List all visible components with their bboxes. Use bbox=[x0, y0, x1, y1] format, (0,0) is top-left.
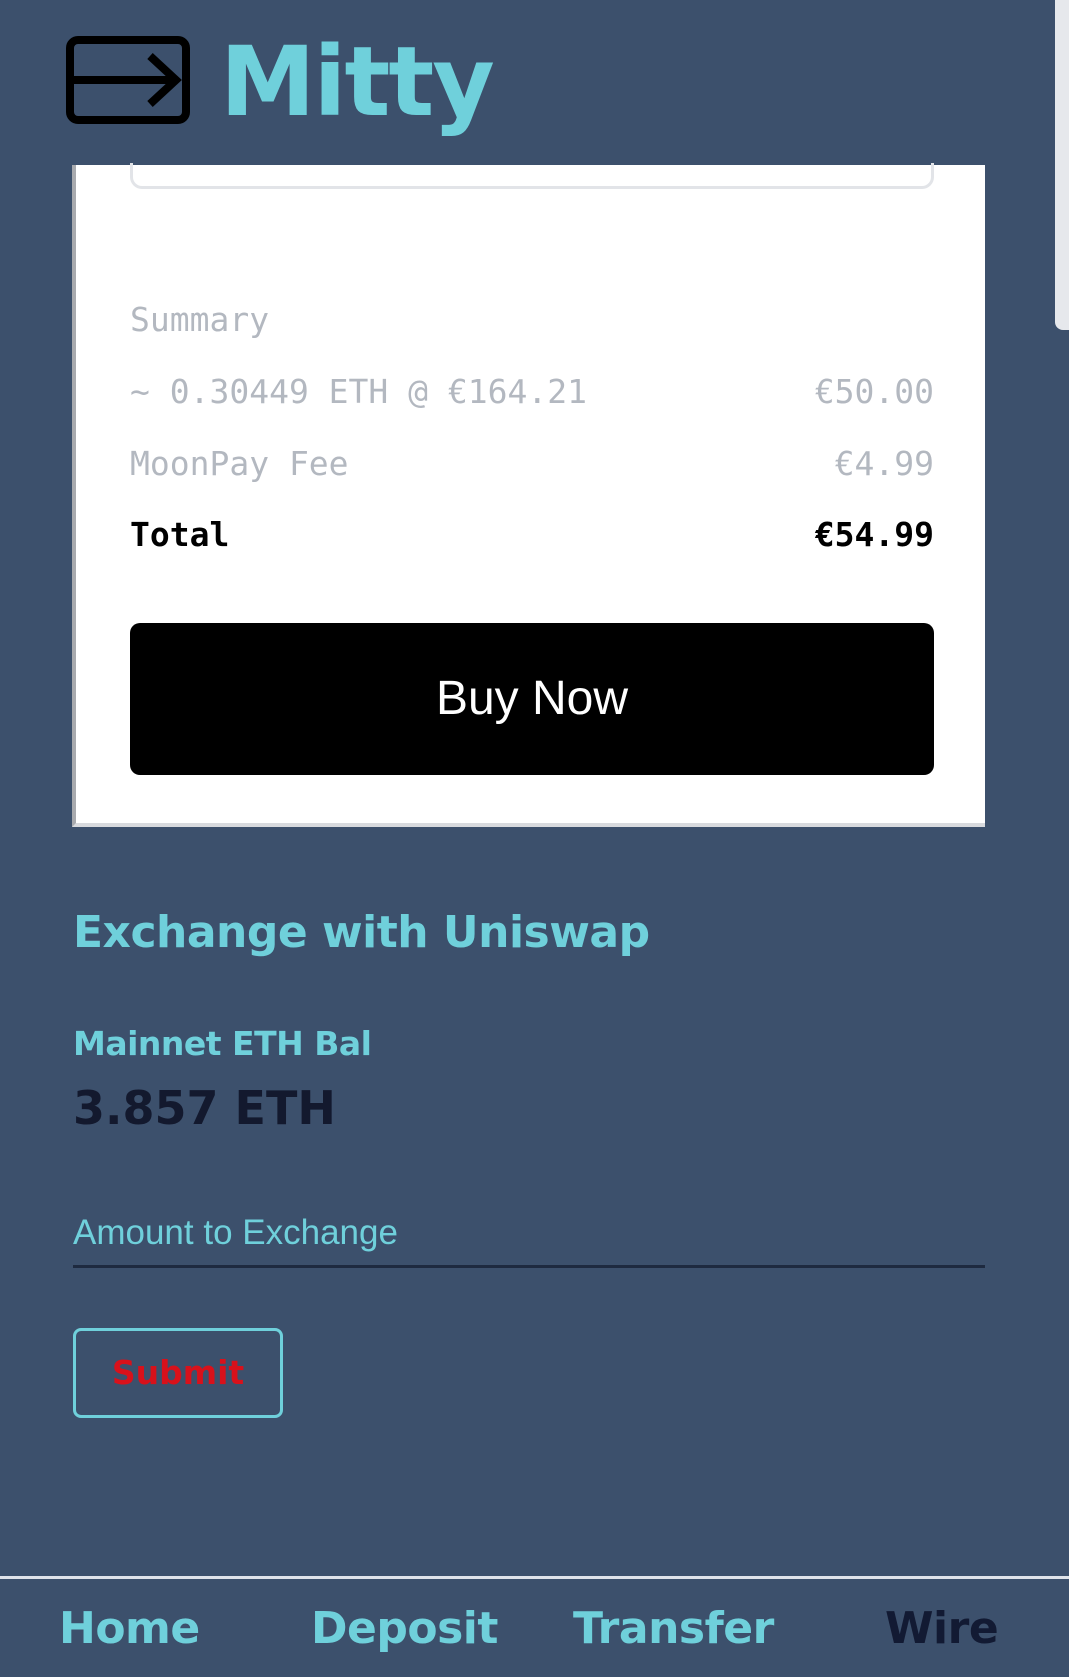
nav-item-home[interactable]: Home bbox=[59, 1601, 200, 1657]
nav-item-wire[interactable]: Wire bbox=[885, 1601, 999, 1657]
eth-amount-label: ~ 0.30449 ETH @ €164.21 bbox=[130, 372, 587, 411]
exchange-section-title: Exchange with Uniswap bbox=[73, 907, 650, 958]
nav-item-transfer[interactable]: Transfer bbox=[573, 1601, 774, 1657]
eth-amount-value: €50.00 bbox=[814, 372, 934, 411]
balance-value: 3.857 ETH bbox=[73, 1081, 336, 1135]
nav-item-deposit[interactable]: Deposit bbox=[311, 1601, 498, 1657]
total-value: €54.99 bbox=[814, 515, 934, 554]
moonpay-widget: Summary ~ 0.30449 ETH @ €164.21 €50.00 M… bbox=[72, 163, 985, 827]
summary-row-fee: MoonPay Fee €4.99 bbox=[130, 444, 934, 484]
bottom-nav: Home Deposit Transfer Wire bbox=[0, 1576, 1069, 1677]
app-logo-text[interactable]: Mitty bbox=[220, 22, 495, 142]
transfer-arrow-icon bbox=[66, 36, 190, 124]
summary-row-eth: ~ 0.30449 ETH @ €164.21 €50.00 bbox=[130, 372, 934, 412]
buy-now-button[interactable]: Buy Now bbox=[130, 623, 934, 775]
fee-value: €4.99 bbox=[834, 444, 934, 483]
balance-label: Mainnet ETH Bal bbox=[73, 1024, 372, 1063]
amount-to-exchange-input[interactable] bbox=[73, 1200, 985, 1268]
total-label: Total bbox=[130, 515, 230, 554]
fee-label: MoonPay Fee bbox=[130, 444, 349, 483]
page-scrollbar[interactable] bbox=[1055, 0, 1069, 330]
previous-input-field[interactable] bbox=[130, 163, 934, 189]
app-header: Mitty bbox=[0, 0, 1069, 165]
submit-button[interactable]: Submit bbox=[73, 1328, 283, 1418]
summary-row-total: Total €54.99 bbox=[130, 515, 934, 555]
summary-title: Summary bbox=[130, 300, 270, 339]
